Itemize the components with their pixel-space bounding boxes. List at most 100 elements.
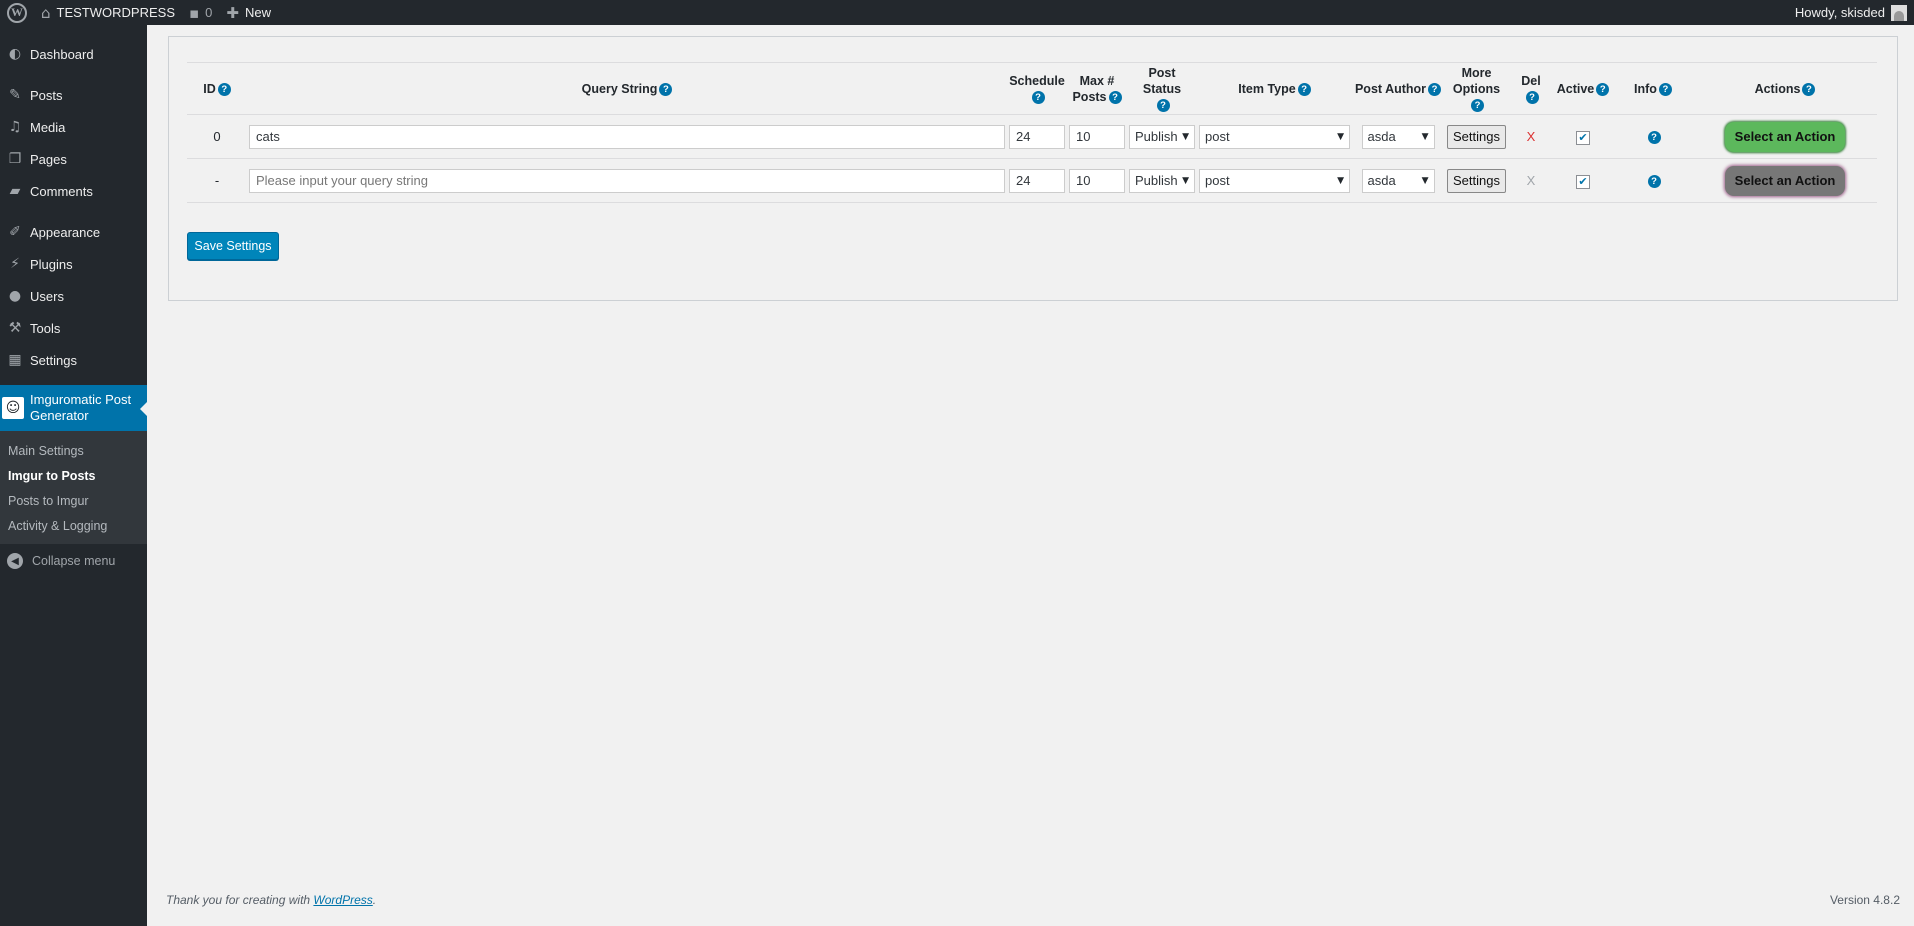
chevron-down-icon: ▼: [1182, 131, 1189, 142]
menu-current-label-line2: Generator: [30, 408, 89, 423]
help-icon[interactable]: ?: [1471, 98, 1484, 112]
greeting: Howdy, skisded: [1794, 5, 1885, 20]
menu-settings[interactable]: ▦ Settings: [0, 344, 147, 376]
row-id: 0: [187, 114, 247, 159]
wp-logo-menu[interactable]: W: [0, 0, 34, 25]
menu-label: Pages: [30, 151, 67, 167]
delete-rule-button[interactable]: X: [1527, 173, 1536, 188]
post-status-value: Publish: [1135, 173, 1178, 188]
dashboard-icon: ◐: [8, 46, 22, 62]
admin-sidebar: ◐ Dashboard ✎ Posts ♫ Media ❐ Pages ▰ Co…: [0, 25, 148, 926]
post-status-select[interactable]: Publish ▼: [1129, 168, 1195, 193]
select-action-button[interactable]: Select an Action: [1725, 121, 1845, 152]
menu-tools[interactable]: ⚒ Tools: [0, 312, 147, 344]
menu-label: Tools: [30, 320, 61, 336]
my-account-menu[interactable]: Howdy, skisded: [1788, 0, 1914, 25]
footer-thanks: Thank you for creating with WordPress.: [166, 893, 376, 907]
item-type-select[interactable]: post ▼: [1199, 124, 1350, 149]
header-item-type-label: Item Type: [1238, 81, 1296, 96]
table-header-row: ID? Query String? Schedule? Max # Posts? …: [187, 62, 1877, 115]
submenu-activity-logging[interactable]: Activity & Logging: [0, 513, 147, 538]
chevron-down-icon: ▼: [1337, 131, 1344, 142]
new-content-link[interactable]: ✚ New: [219, 0, 278, 25]
active-checkbox[interactable]: ✔: [1576, 174, 1590, 189]
help-icon[interactable]: ?: [659, 82, 673, 96]
submenu-imgur-to-posts[interactable]: Imgur to Posts: [0, 463, 147, 488]
item-type-select[interactable]: post ▼: [1199, 168, 1350, 193]
help-icon[interactable]: ?: [1596, 82, 1610, 96]
menu-posts[interactable]: ✎ Posts: [0, 79, 147, 111]
post-status-select[interactable]: Publish ▼: [1129, 124, 1195, 149]
help-icon[interactable]: ?: [1031, 90, 1045, 104]
submenu-posts-to-imgur[interactable]: Posts to Imgur: [0, 488, 147, 513]
max-posts-input[interactable]: 10: [1069, 124, 1125, 149]
menu-media[interactable]: ♫ Media: [0, 111, 147, 143]
header-schedule-label: Schedule: [1009, 73, 1065, 88]
info-help-icon[interactable]: ?: [1647, 131, 1661, 145]
submenu-main-settings[interactable]: Main Settings: [0, 438, 147, 463]
header-actions: Actions?: [1693, 62, 1877, 115]
comments-link[interactable]: ▪ 0: [182, 0, 219, 25]
help-icon[interactable]: ?: [1525, 90, 1539, 104]
more-options-settings-button[interactable]: Settings: [1447, 124, 1506, 149]
header-post-author-label: Post Author: [1354, 81, 1427, 96]
select-action-button[interactable]: Select an Action: [1725, 165, 1845, 196]
collapse-menu-button[interactable]: ◀ Collapse menu: [0, 544, 147, 578]
pages-icon: ❐: [8, 151, 22, 167]
comment-bubble-icon: ▪: [189, 3, 200, 22]
menu-appearance[interactable]: ✐ Appearance: [0, 216, 147, 248]
rules-panel: ID? Query String? Schedule? Max # Posts? …: [168, 36, 1898, 301]
schedule-input[interactable]: 24: [1009, 168, 1065, 193]
plus-icon: ✚: [226, 3, 239, 22]
help-icon[interactable]: ?: [217, 82, 231, 96]
chevron-down-icon: ▼: [1421, 131, 1429, 142]
header-max-posts-line1: Max #: [1079, 73, 1115, 88]
admin-footer: Thank you for creating with WordPress. V…: [166, 890, 1900, 910]
footer-version: Version 4.8.2: [1829, 893, 1900, 907]
menu-label: Appearance: [30, 224, 101, 240]
comments-count: 0: [205, 5, 213, 20]
post-author-select[interactable]: asda ▼: [1361, 124, 1435, 149]
save-settings-button[interactable]: Save Settings: [187, 232, 279, 260]
help-icon[interactable]: ?: [1658, 82, 1672, 96]
help-icon[interactable]: ?: [1156, 98, 1170, 112]
more-options-settings-button[interactable]: Settings: [1447, 168, 1506, 193]
settings-icon: ▦: [8, 352, 22, 368]
menu-pages[interactable]: ❐ Pages: [0, 143, 147, 175]
menu-label: Settings: [30, 352, 77, 368]
header-item-type: Item Type?: [1197, 62, 1352, 115]
query-string-input[interactable]: cats: [249, 124, 1005, 149]
info-help-icon[interactable]: ?: [1647, 175, 1661, 189]
header-id-label: ID: [203, 81, 216, 96]
help-icon[interactable]: ?: [1802, 82, 1816, 96]
max-posts-input[interactable]: 10: [1069, 168, 1125, 193]
query-string-input[interactable]: Please input your query string: [249, 168, 1005, 193]
header-active-label: Active: [1556, 81, 1595, 96]
post-author-value: asda: [1367, 173, 1396, 188]
post-author-select[interactable]: asda ▼: [1361, 168, 1435, 193]
menu-imguromatic[interactable]: ☺ Imguromatic Post Generator: [0, 385, 148, 431]
header-post-author: Post Author?: [1352, 62, 1444, 115]
menu-comments[interactable]: ▰ Comments: [0, 175, 147, 207]
help-icon[interactable]: ?: [1297, 82, 1311, 96]
schedule-input[interactable]: 24: [1009, 124, 1065, 149]
table-row: - Please input your query string 24 10 P…: [187, 158, 1877, 203]
delete-rule-button[interactable]: X: [1527, 129, 1536, 144]
menu-users[interactable]: ● Users: [0, 280, 147, 312]
menu-dashboard[interactable]: ◐ Dashboard: [0, 38, 147, 70]
help-icon[interactable]: ?: [1428, 82, 1442, 96]
post-author-value: asda: [1367, 129, 1396, 144]
site-name-link[interactable]: ⌂ TESTWORDPRESS: [34, 0, 182, 25]
wordpress-logo-icon: W: [7, 2, 27, 23]
menu-current-label-line1: Imguromatic Post: [30, 392, 132, 407]
submenu: Main Settings Imgur to Posts Posts to Im…: [0, 431, 147, 544]
active-checkbox[interactable]: ✔: [1576, 130, 1590, 145]
wordpress-link[interactable]: WordPress: [313, 893, 372, 907]
admin-bar: W ⌂ TESTWORDPRESS ▪ 0 ✚ New Howdy, skisd…: [0, 0, 1914, 25]
header-info-label: Info: [1634, 81, 1657, 96]
help-icon[interactable]: ?: [1108, 90, 1122, 104]
plugin-logo-icon: ☺: [2, 397, 24, 419]
menu-plugins[interactable]: ⚡ Plugins: [0, 248, 147, 280]
row-id: -: [187, 158, 247, 203]
menu-label: Posts: [30, 87, 63, 103]
